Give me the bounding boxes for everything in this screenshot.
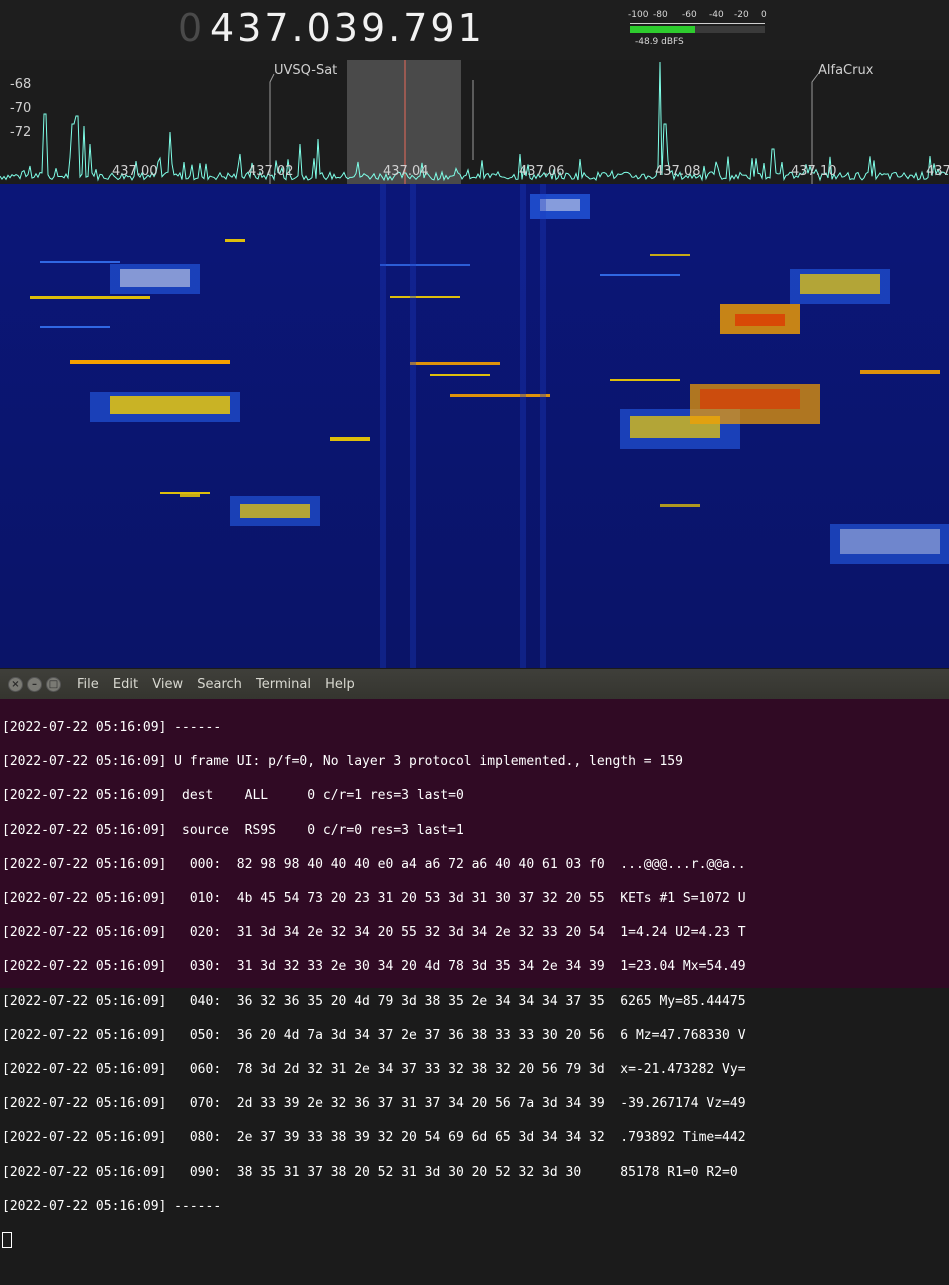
freq-label: 437.06 [519, 164, 565, 179]
waterfall-signal [30, 296, 150, 299]
spectrum-trace [0, 61, 948, 182]
waterfall-signal [520, 184, 526, 668]
waterfall-signal [840, 529, 940, 554]
db-label: -70 [10, 101, 31, 116]
waterfall-signal [70, 360, 230, 364]
waterfall-signal [160, 492, 210, 494]
waterfall-background [0, 184, 949, 668]
menu-terminal[interactable]: Terminal [256, 677, 311, 692]
waterfall-signal [650, 254, 690, 256]
menu-help[interactable]: Help [325, 677, 355, 692]
waterfall-signal [380, 184, 386, 668]
waterfall-signal [240, 504, 310, 518]
waterfall-signal [180, 494, 200, 497]
spectrum-trace-line [0, 61, 948, 182]
meter-scale-line [630, 23, 765, 24]
terminal-line: [2022-07-22 05:16:09] 010: 4b 45 54 73 2… [2, 891, 746, 907]
waterfall-signal [700, 389, 800, 409]
terminal-line: [2022-07-22 05:16:09] U frame UI: p/f=0,… [2, 754, 683, 770]
meter-tick: -40 [709, 10, 724, 20]
maximize-icon[interactable]: □ [46, 677, 61, 692]
frequency-readout[interactable]: 437.039.791 [210, 6, 485, 50]
menu-file[interactable]: File [77, 677, 99, 692]
terminal-line: [2022-07-22 05:16:09] dest ALL 0 c/r=1 r… [2, 788, 464, 804]
terminal-line: [2022-07-22 05:16:09] 070: 2d 33 39 2e 3… [2, 1096, 746, 1112]
terminal-line: [2022-07-22 05:16:09] 040: 36 32 36 35 2… [2, 993, 746, 1009]
meter-tick: -100 [628, 10, 649, 20]
waterfall-signal [330, 437, 370, 441]
waterfall-signal [120, 269, 190, 287]
waterfall-signal [610, 379, 680, 381]
meter-level-bar [630, 26, 695, 33]
minimize-icon[interactable]: – [27, 677, 42, 692]
frequency-lead-digit[interactable]: 0 [178, 6, 203, 50]
terminal-line: [2022-07-22 05:16:09] 020: 31 3d 34 2e 3… [2, 925, 746, 941]
terminal-output[interactable]: [2022-07-22 05:16:09] ------ [2022-07-22… [2, 702, 947, 1285]
freq-label: 437.08 [655, 164, 701, 179]
menu-view[interactable]: View [152, 677, 183, 692]
menu-edit[interactable]: Edit [113, 677, 138, 692]
spectrum-plot[interactable]: UVSQ-Sat AlfaCrux -68 -70 -72 437.00 437… [0, 60, 949, 184]
waterfall-svg[interactable] [0, 184, 949, 668]
meter-tick: -20 [734, 10, 749, 20]
meter-tick: 0 [761, 10, 767, 20]
marker-label-uvsq-sat: UVSQ-Sat [274, 63, 337, 78]
meter-tick: -60 [682, 10, 697, 20]
db-label: -72 [10, 125, 31, 140]
waterfall-signal [390, 296, 460, 298]
menu-search[interactable]: Search [197, 677, 242, 692]
terminal-menubar: × – □ File Edit View Search Terminal Hel… [0, 669, 949, 699]
freq-label: 437.02 [248, 164, 294, 179]
terminal-line: [2022-07-22 05:16:09] 030: 31 3d 32 33 2… [2, 959, 746, 975]
waterfall-display[interactable] [0, 184, 949, 668]
waterfall-signal [450, 394, 550, 397]
terminal-cursor[interactable] [2, 1231, 12, 1248]
waterfall-signal [735, 314, 785, 326]
spectrum-svg[interactable]: UVSQ-Sat AlfaCrux -68 -70 -72 437.00 437… [0, 60, 949, 184]
waterfall-signal [660, 504, 700, 507]
meter-readout: -48.9 dBFS [635, 37, 684, 47]
signal-meter: -100 -80 -60 -40 -20 0 -48.9 dBFS [625, 8, 770, 50]
waterfall-signal [800, 274, 880, 294]
terminal-line: [2022-07-22 05:16:09] 060: 78 3d 2d 32 3… [2, 1061, 746, 1077]
sdr-top-bar: 0 437.039.791 -100 -80 -60 -40 -20 0 -48… [0, 0, 949, 60]
terminal-line: [2022-07-22 05:16:09] ------ [2, 1198, 222, 1214]
terminal-line: [2022-07-22 05:16:09] 080: 2e 37 39 33 3… [2, 1130, 746, 1146]
waterfall-signal [410, 362, 500, 365]
waterfall-signal [40, 326, 110, 328]
waterfall-signal [410, 184, 416, 668]
terminal-line: [2022-07-22 05:16:09] 090: 38 35 31 37 3… [2, 1164, 738, 1180]
terminal-line: [2022-07-22 05:16:09] ------ [2, 720, 222, 736]
waterfall-signal [430, 374, 490, 376]
waterfall-signal [110, 396, 230, 414]
terminal-line: [2022-07-22 05:16:09] 050: 36 20 4d 7a 3… [2, 1027, 746, 1043]
marker-label-alfacrux: AlfaCrux [818, 63, 874, 78]
freq-label: 437 [926, 164, 949, 179]
waterfall-signal [40, 261, 120, 263]
waterfall-signal [380, 264, 470, 266]
waterfall-signal [860, 370, 940, 374]
menu-bar: File Edit View Search Terminal Help [77, 677, 365, 692]
waterfall-signal [225, 239, 245, 242]
freq-label: 437.00 [112, 164, 158, 179]
close-icon[interactable]: × [8, 677, 23, 692]
waterfall-signal [540, 184, 546, 668]
meter-tick: -80 [653, 10, 668, 20]
freq-label: 437.04 [383, 164, 429, 179]
terminal-window[interactable]: × – □ File Edit View Search Terminal Hel… [0, 669, 949, 1248]
waterfall-signal [600, 274, 680, 276]
terminal-line: [2022-07-22 05:16:09] 000: 82 98 98 40 4… [2, 856, 746, 872]
db-label: -68 [10, 77, 31, 92]
freq-label: 437.10 [791, 164, 837, 179]
terminal-line: [2022-07-22 05:16:09] source RS9S 0 c/r=… [2, 822, 464, 838]
